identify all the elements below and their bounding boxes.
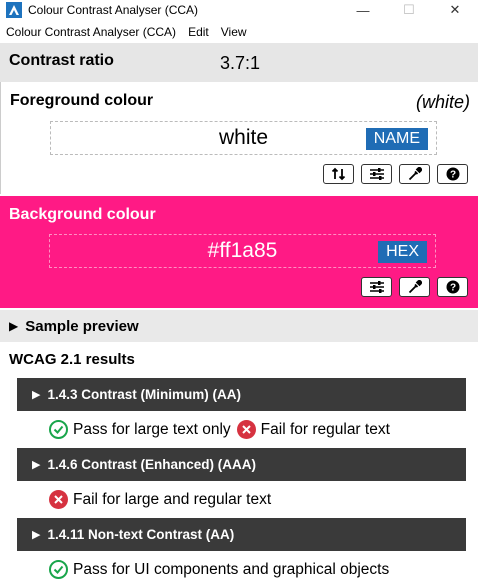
background-section: Background colour #ff1a85 HEX ? [0, 196, 478, 308]
minimize-button[interactable]: — [340, 0, 386, 20]
foreground-eyedropper-button[interactable] [399, 164, 430, 184]
contrast-ratio-row: Contrast ratio 3.7:1 [0, 43, 478, 82]
expand-triangle-icon: ▶ [9, 319, 19, 333]
criterion-label: 1.4.3 Contrast (Minimum) (AA) [47, 387, 241, 402]
swap-colours-button[interactable] [323, 164, 354, 184]
foreground-sliders-button[interactable] [361, 164, 392, 184]
background-eyedropper-button[interactable] [399, 277, 430, 297]
criterion-1-4-6-results: Fail for large and regular text [49, 490, 271, 509]
svg-text:?: ? [449, 170, 455, 181]
background-help-button[interactable]: ? [437, 277, 468, 297]
criterion-1-4-3-results: Pass for large text only Fail for regula… [49, 420, 390, 439]
expand-triangle-icon: ▶ [32, 459, 41, 471]
foreground-format-button[interactable]: NAME [365, 128, 428, 150]
help-icon: ? [446, 280, 459, 294]
wcag-results-title: WCAG 2.1 results [9, 351, 135, 368]
window-title: Colour Contrast Analyser (CCA) [28, 3, 199, 17]
criterion-1-4-3-toggle[interactable]: ▶ 1.4.3 Contrast (Minimum) (AA) [17, 378, 466, 411]
result-text: Fail for regular text [260, 420, 390, 438]
result-text: Pass for large text only [73, 420, 231, 438]
eyedropper-icon [408, 167, 422, 181]
close-button[interactable]: ✕ [432, 0, 478, 20]
menu-view[interactable]: View [215, 25, 253, 39]
pass-check-icon [49, 560, 68, 579]
maximize-button[interactable]: ☐ [386, 0, 432, 20]
help-icon: ? [446, 167, 459, 181]
menu-app[interactable]: Colour Contrast Analyser (CCA) [0, 25, 182, 39]
expand-triangle-icon: ▶ [32, 389, 41, 401]
expand-triangle-icon: ▶ [32, 529, 41, 541]
background-title: Background colour [9, 206, 156, 223]
eyedropper-icon [408, 280, 422, 294]
fail-cross-icon [49, 490, 68, 509]
fail-cross-icon [236, 420, 256, 439]
app-logo-icon [6, 2, 22, 18]
contrast-ratio-label: Contrast ratio [9, 52, 114, 69]
sample-preview-toggle[interactable]: ▶ Sample preview [0, 310, 478, 342]
foreground-colour-name: (white) [415, 92, 470, 112]
foreground-section: Foreground colour (white) white NAME ? [0, 82, 478, 194]
criterion-label: 1.4.6 Contrast (Enhanced) (AAA) [47, 457, 256, 472]
background-colour-input[interactable]: #ff1a85 HEX [49, 234, 436, 268]
sliders-icon [369, 281, 384, 293]
sliders-icon [369, 168, 384, 180]
result-text: Pass for UI components and graphical obj… [73, 560, 390, 578]
title-bar: Colour Contrast Analyser (CCA) — ☐ ✕ [0, 0, 478, 20]
svg-text:?: ? [449, 283, 455, 294]
swap-icon [331, 167, 345, 181]
foreground-colour-input[interactable]: white NAME [50, 121, 437, 155]
contrast-ratio-value: 3.7:1 [220, 53, 261, 73]
pass-check-icon [49, 420, 68, 439]
foreground-title: Foreground colour [10, 92, 154, 109]
background-format-button[interactable]: HEX [378, 241, 427, 263]
criterion-1-4-6-toggle[interactable]: ▶ 1.4.6 Contrast (Enhanced) (AAA) [17, 448, 466, 481]
criterion-1-4-11-results: Pass for UI components and graphical obj… [49, 560, 389, 579]
foreground-help-button[interactable]: ? [437, 164, 468, 184]
menu-edit[interactable]: Edit [182, 25, 215, 39]
background-sliders-button[interactable] [361, 277, 392, 297]
result-text: Fail for large and regular text [73, 490, 272, 508]
criterion-1-4-11-toggle[interactable]: ▶ 1.4.11 Non-text Contrast (AA) [17, 518, 466, 551]
sample-preview-label: Sample preview [25, 317, 139, 335]
criterion-label: 1.4.11 Non-text Contrast (AA) [47, 527, 235, 542]
menu-bar: Colour Contrast Analyser (CCA) Edit View [0, 22, 478, 42]
